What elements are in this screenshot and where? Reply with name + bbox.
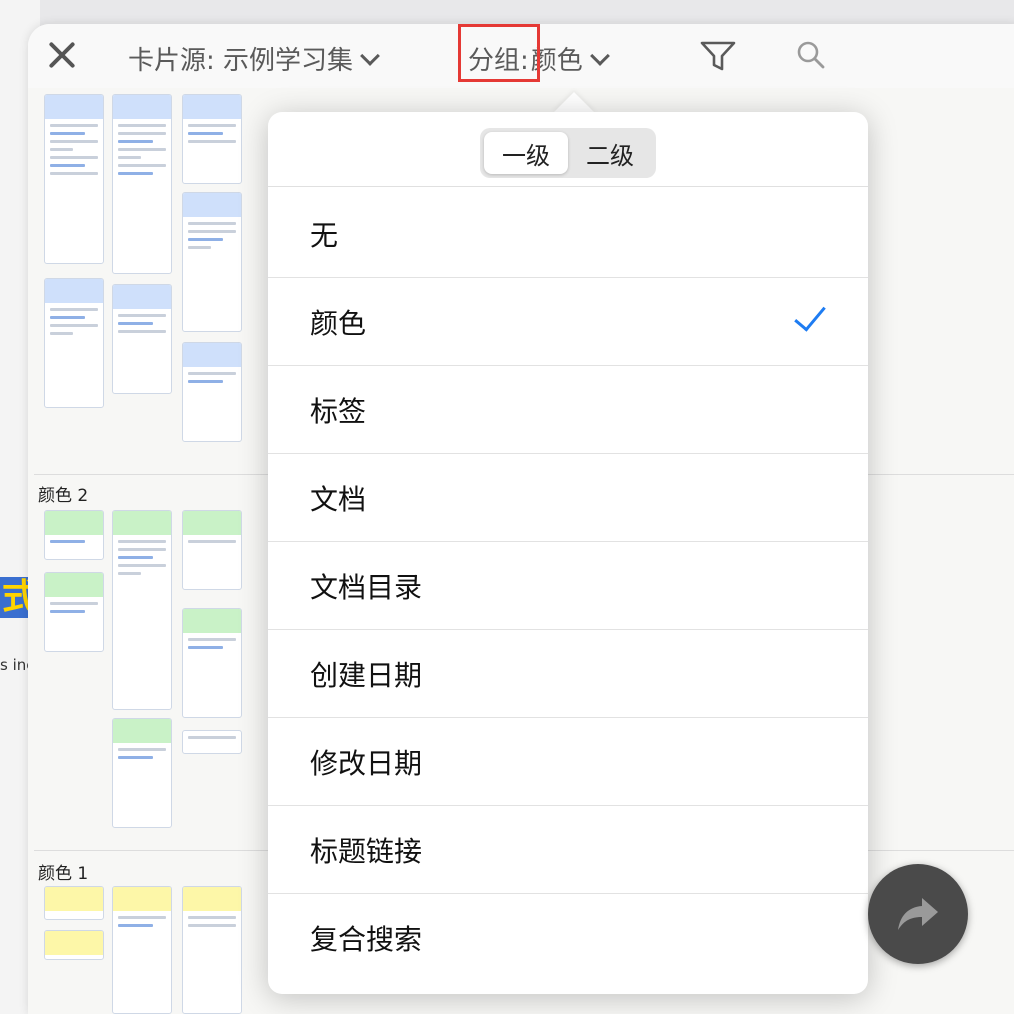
card[interactable] <box>182 510 242 590</box>
checkmark-icon <box>794 298 826 332</box>
card[interactable] <box>44 510 104 560</box>
chevron-down-icon <box>360 46 380 66</box>
menu-item-label: 修改日期 <box>310 747 423 780</box>
menu-item-label: 文档目录 <box>310 571 423 604</box>
share-button[interactable] <box>868 864 968 964</box>
segment-level-1[interactable]: 一级 <box>484 132 568 174</box>
menu-item-created-date[interactable]: 创建日期 <box>268 630 868 718</box>
menu-item-tag[interactable]: 标签 <box>268 366 868 454</box>
card[interactable] <box>112 886 172 1014</box>
card[interactable] <box>182 342 242 442</box>
level-segmented-control: 一级 二级 <box>480 128 656 178</box>
section-title: 颜色 1 <box>38 864 89 884</box>
card[interactable] <box>112 718 172 828</box>
menu-item-modified-date[interactable]: 修改日期 <box>268 718 868 806</box>
card[interactable] <box>44 278 104 408</box>
menu-item-document-toc[interactable]: 文档目录 <box>268 542 868 630</box>
menu-item-color[interactable]: 颜色 <box>268 278 868 366</box>
card[interactable] <box>44 930 104 960</box>
search-icon[interactable] <box>796 40 826 70</box>
menu-item-label: 复合搜索 <box>310 923 423 956</box>
card[interactable] <box>44 94 104 264</box>
divider <box>268 186 868 187</box>
card[interactable] <box>182 886 242 1014</box>
card[interactable] <box>112 94 172 274</box>
card[interactable] <box>182 94 242 184</box>
highlight-box <box>458 24 540 82</box>
menu-item-none[interactable]: 无 <box>268 190 868 278</box>
menu-item-label: 标题链接 <box>310 835 423 868</box>
menu-item-document[interactable]: 文档 <box>268 454 868 542</box>
popover-arrow <box>552 92 596 114</box>
share-arrow-icon <box>898 898 938 930</box>
group-by-menu: 无 颜色 标签 文档 文档目录 创建日期 修改日期 标题链接 复合搜索 <box>268 190 868 982</box>
card-source-selector[interactable]: 卡片源: 示例学习集 <box>128 40 380 77</box>
card[interactable] <box>182 192 242 332</box>
card[interactable] <box>112 510 172 710</box>
card-source-label: 卡片源: 示例学习集 <box>128 46 354 76</box>
close-icon[interactable] <box>44 38 78 72</box>
menu-item-label: 文档 <box>310 483 367 516</box>
card[interactable] <box>182 608 242 718</box>
group-by-popover: 一级 二级 无 颜色 标签 文档 文档目录 创建日期 修改日期 标题链接 复合搜… <box>268 112 868 994</box>
menu-item-label: 创建日期 <box>310 659 423 692</box>
menu-item-label: 标签 <box>310 395 367 428</box>
card[interactable] <box>182 730 242 754</box>
section-title: 颜色 2 <box>38 486 89 506</box>
card[interactable] <box>44 886 104 920</box>
menu-item-compound-search[interactable]: 复合搜索 <box>268 894 868 982</box>
filter-icon[interactable] <box>700 40 736 72</box>
menu-item-label: 颜色 <box>310 307 367 340</box>
card[interactable] <box>44 572 104 652</box>
menu-item-title-link[interactable]: 标题链接 <box>268 806 868 894</box>
chevron-down-icon <box>589 46 610 66</box>
toolbar: 卡片源: 示例学习集 分组:颜色 <box>28 24 1014 88</box>
segment-level-2[interactable]: 二级 <box>568 132 652 174</box>
card[interactable] <box>112 284 172 394</box>
menu-item-label: 无 <box>310 219 339 252</box>
